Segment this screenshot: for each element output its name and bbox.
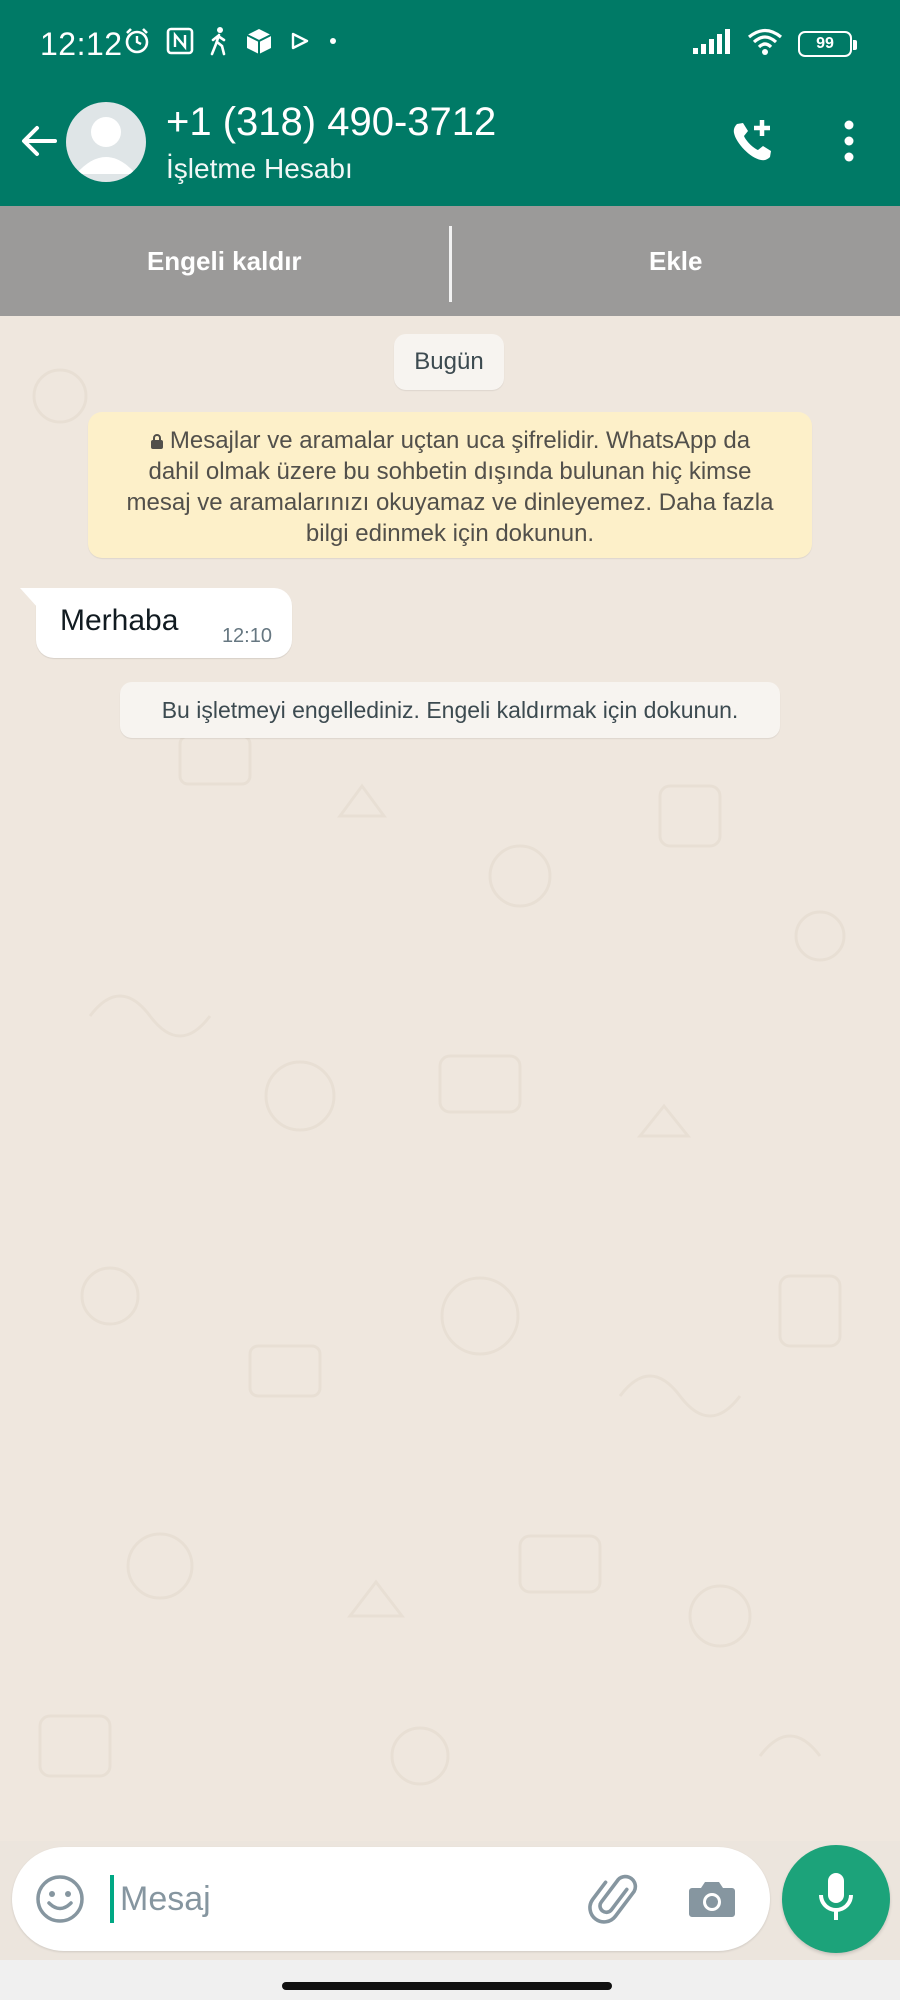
- avatar[interactable]: [66, 102, 146, 182]
- voice-message-button[interactable]: [782, 1845, 890, 1953]
- battery-icon: 99: [798, 30, 857, 57]
- contact-subtitle[interactable]: İşletme Hesabı: [166, 152, 353, 186]
- contact-title[interactable]: +1 (318) 490-3712: [166, 98, 496, 146]
- message-time: 12:10: [221, 625, 272, 647]
- unblock-button[interactable]: Engeli kaldır: [0, 206, 449, 316]
- mic-icon: [814, 1869, 858, 1930]
- package-icon: [244, 26, 274, 61]
- date-chip: Bugün: [394, 334, 504, 390]
- nfc-icon: [166, 26, 194, 61]
- home-indicator[interactable]: [282, 1982, 612, 1990]
- add-call-icon: [728, 116, 778, 171]
- signal-icon: [692, 26, 732, 61]
- status-time: 12:12: [40, 26, 123, 62]
- more-vert-icon: [842, 119, 856, 168]
- message-input[interactable]: [120, 1869, 580, 1929]
- bubble-tail: [20, 588, 38, 608]
- walking-icon: [208, 26, 230, 61]
- emoji-button[interactable]: [34, 1873, 86, 1925]
- encryption-line-3: mesaj ve aramalarınızı okuyamaz ve dinle…: [126, 489, 774, 516]
- encryption-line-2: dahil olmak üzere bu sohbetin dışında bu…: [148, 458, 752, 485]
- emoji-icon: [34, 1875, 86, 1929]
- attach-icon: [588, 1874, 644, 1931]
- encryption-notice[interactable]: Mesajlar ve aramalar uçtan uca şifrelidi…: [88, 412, 812, 558]
- attach-button[interactable]: [588, 1871, 644, 1927]
- camera-icon: [686, 1882, 738, 1929]
- message-text: Merhaba: [60, 604, 179, 637]
- more-options-button[interactable]: [822, 116, 876, 170]
- status-bar: 12:12 99: [0, 0, 900, 90]
- dot-icon: [326, 26, 340, 61]
- blocked-actions-bar: Engeli kaldır Ekle: [0, 206, 900, 316]
- back-arrow-icon: [19, 121, 59, 166]
- battery-level: 99: [816, 34, 834, 52]
- status-icons-left: [122, 26, 340, 61]
- wifi-icon: [746, 26, 784, 61]
- camera-button[interactable]: [686, 1873, 738, 1925]
- message-composer: [12, 1847, 770, 1951]
- back-button[interactable]: [14, 118, 64, 168]
- play-store-icon: [288, 26, 312, 61]
- encryption-line-4: bilgi edinmek için dokunun.: [305, 520, 595, 547]
- lock-icon: [150, 434, 163, 449]
- encryption-line: Mesajlar ve aramalar uçtan uca şifrelidi…: [108, 425, 792, 456]
- status-icons-right: 99: [692, 26, 857, 61]
- add-contact-button[interactable]: Ekle: [452, 206, 900, 316]
- text-cursor: [110, 1875, 114, 1923]
- blocked-notice[interactable]: Bu işletmeyi engellediniz. Engeli kaldır…: [120, 682, 780, 738]
- encryption-line-1: Mesajlar ve aramalar uçtan uca şifrelidi…: [169, 427, 751, 454]
- incoming-message[interactable]: Merhaba 12:10: [20, 588, 292, 658]
- alarm-icon: [122, 26, 152, 61]
- add-call-button[interactable]: [726, 116, 780, 170]
- chat-area[interactable]: Bugün Mesajlar ve aramalar uçtan uca şif…: [0, 316, 900, 1841]
- chat-header: +1 (318) 490-3712 İşletme Hesabı: [0, 90, 900, 206]
- system-nav-bar: [0, 1960, 900, 2000]
